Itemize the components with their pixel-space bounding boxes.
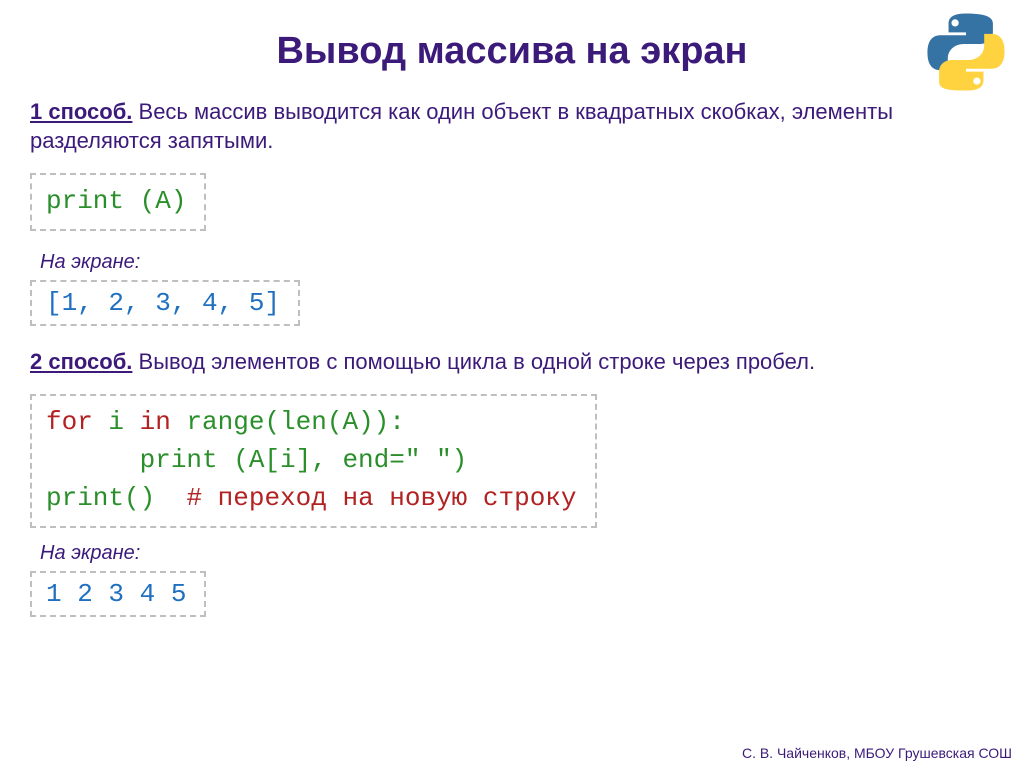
code-frag: i (93, 407, 140, 437)
method2-code: for i in range(len(A)): print (A[i], end… (30, 394, 597, 527)
keyword-for: for (46, 407, 93, 437)
method1-text: Весь массив выводится как один объект в … (30, 99, 893, 153)
method2-text: Вывод элементов с помощью цикла в одной … (132, 349, 815, 374)
method1-caption: На экране: (40, 251, 994, 274)
method2-caption: На экране: (40, 542, 994, 565)
method1-label: 1 способ. (30, 99, 132, 124)
method2-description: 2 способ. Вывод элементов с помощью цикл… (30, 348, 994, 377)
code-comment: # переход на новую строку (186, 483, 576, 513)
python-logo-icon (926, 12, 1006, 92)
method2-label: 2 способ. (30, 349, 132, 374)
footer-credit: С. В. Чайченков, МБОУ Грушевская СОШ (742, 745, 1012, 761)
code-frag: range(len(A)): (171, 407, 405, 437)
code-line-2: print (A[i], end=" ") (46, 445, 467, 475)
method1-description: 1 способ. Весь массив выводится как один… (30, 98, 994, 155)
page-title: Вывод массива на экран (30, 30, 994, 73)
method1-code: print (A) (30, 173, 206, 231)
method2-output: 1 2 3 4 5 (30, 571, 206, 617)
code-line-3a: print() (46, 483, 186, 513)
keyword-in: in (140, 407, 171, 437)
method1-output: [1, 2, 3, 4, 5] (30, 280, 300, 326)
